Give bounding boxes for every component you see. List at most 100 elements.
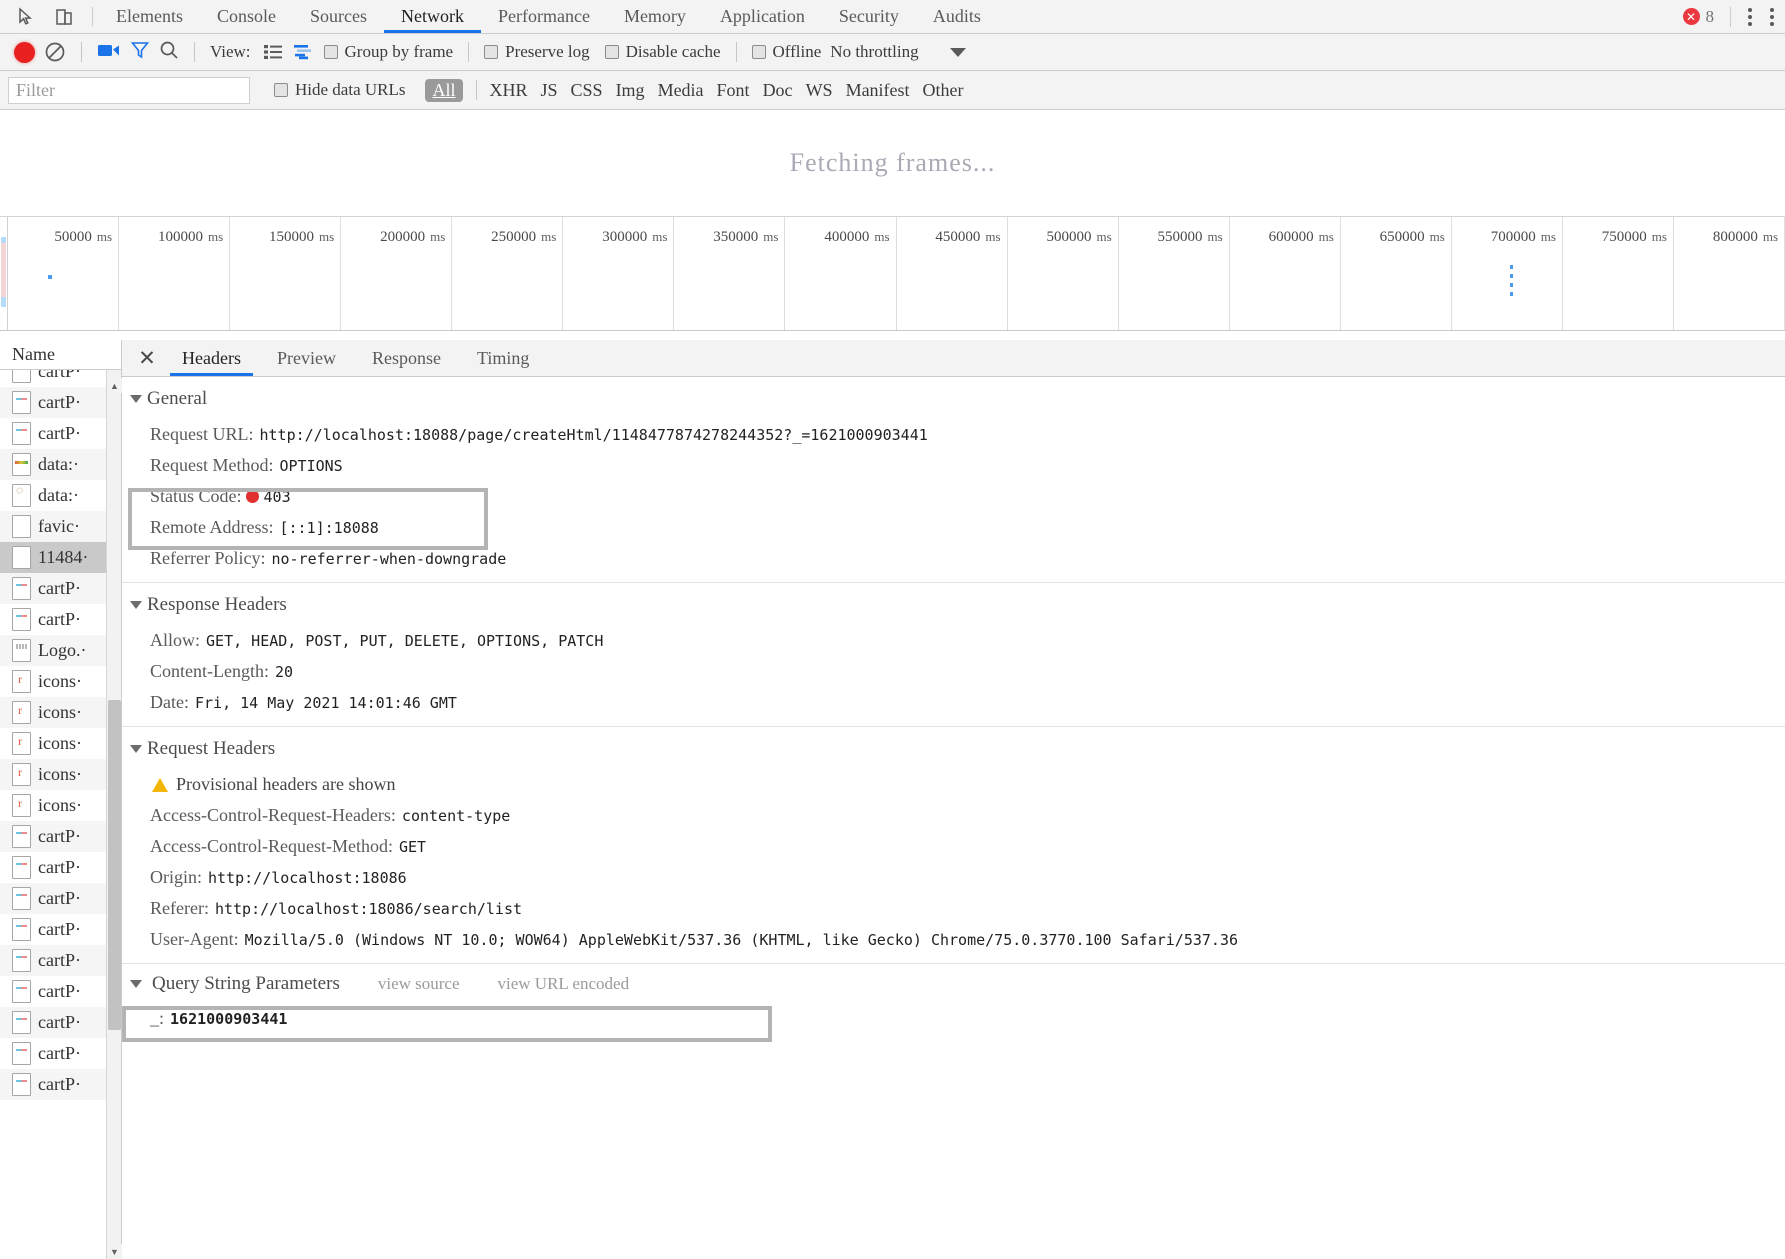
tab-headers[interactable]: Headers (164, 340, 259, 376)
tab-response[interactable]: Response (354, 340, 459, 376)
request-list-item[interactable]: data:· (0, 480, 121, 511)
tab-preview[interactable]: Preview (259, 340, 354, 376)
resource-filter-manifest[interactable]: Manifest (846, 80, 910, 101)
resource-filter-js[interactable]: JS (541, 80, 558, 101)
origin-value: http://localhost:18086 (208, 869, 407, 887)
timeline-activity-marker (1, 237, 6, 307)
timeline-tick: 650000 ms (1341, 217, 1452, 330)
resource-filter-xhr[interactable]: XHR (490, 80, 528, 101)
response-headers-section-header[interactable]: Response Headers (122, 583, 1785, 625)
tab-security[interactable]: Security (822, 0, 916, 33)
toolbar-separator-1 (81, 42, 82, 62)
request-list-item[interactable]: cartP· (0, 370, 121, 387)
device-toolbar-icon[interactable] (52, 5, 76, 29)
request-list-item[interactable]: icons· (0, 666, 121, 697)
request-list-item[interactable]: cartP· (0, 1038, 121, 1069)
status-code-value: 403 (263, 488, 291, 506)
hide-data-urls-box (274, 83, 288, 97)
request-list-item[interactable]: cartP· (0, 914, 121, 945)
request-list-item[interactable]: cartP· (0, 573, 121, 604)
chevron-down-icon[interactable] (949, 47, 966, 57)
record-button-icon[interactable] (14, 41, 35, 63)
more-options-icon[interactable] (1737, 4, 1763, 30)
filter-input[interactable] (8, 76, 250, 104)
request-list-scrollbar[interactable]: ▲ ▼ (106, 370, 122, 1259)
tab-performance[interactable]: Performance (481, 0, 607, 33)
request-list-item[interactable]: Logo.· (0, 635, 121, 666)
disable-cache-checkbox[interactable]: Disable cache (604, 42, 721, 62)
resource-filter-doc[interactable]: Doc (763, 80, 793, 101)
disable-cache-box (604, 45, 619, 59)
tab-timing[interactable]: Timing (459, 340, 547, 376)
query-string-section-header[interactable]: Query String Parameters view source view… (122, 964, 1785, 1003)
error-badge[interactable]: ✕ 8 (1682, 7, 1725, 27)
request-list-item[interactable]: cartP· (0, 883, 121, 914)
request-list-item[interactable]: cartP· (0, 976, 121, 1007)
scroll-up-icon[interactable]: ▲ (107, 378, 122, 393)
resource-type-icon (12, 794, 31, 817)
request-list-item[interactable]: favic· (0, 511, 121, 542)
resource-filter-css[interactable]: CSS (571, 80, 603, 101)
resource-filter-ws[interactable]: WS (806, 80, 833, 101)
tab-console[interactable]: Console (200, 0, 293, 33)
resource-filter-media[interactable]: Media (658, 80, 704, 101)
timeline-tick-label: 250000 ms (491, 229, 557, 245)
request-list-item[interactable]: icons· (0, 728, 121, 759)
request-list-item[interactable]: 11484· (0, 542, 121, 573)
request-list-column-header[interactable]: Name (0, 340, 121, 370)
request-name-label: data:· (38, 485, 79, 505)
offline-checkbox[interactable]: Offline (751, 42, 821, 62)
resource-filter-other[interactable]: Other (923, 80, 964, 101)
request-list-item[interactable]: cartP· (0, 387, 121, 418)
inspect-element-icon[interactable] (14, 5, 38, 29)
request-list-item[interactable]: cartP· (0, 945, 121, 976)
tab-audits[interactable]: Audits (916, 0, 998, 33)
throttling-select[interactable]: No throttling (830, 42, 918, 62)
timeline-ruler[interactable]: 50000 ms 100000 ms 150000 ms 200000 ms 250000 ms 3… (0, 217, 1785, 331)
request-list-item[interactable]: icons· (0, 697, 121, 728)
request-url-value[interactable]: http://localhost:18088/page/createHtml/1… (260, 426, 928, 444)
tab-application[interactable]: Application (703, 0, 822, 33)
tab-network[interactable]: Network (384, 0, 481, 33)
resource-type-filters: All XHR JS CSS Img Media Font Doc WS Man… (425, 78, 964, 102)
request-list-item[interactable]: icons· (0, 759, 121, 790)
tab-memory[interactable]: Memory (607, 0, 703, 33)
request-list-item[interactable]: icons· (0, 790, 121, 821)
response-header-content-length: Content-Length: 20 (122, 656, 1785, 687)
request-list[interactable]: cartP· cartP· cartP· data:· data:· favic· 1148… (0, 370, 121, 1259)
resource-filter-font[interactable]: Font (717, 80, 750, 101)
tab-sources[interactable]: Sources (293, 0, 384, 33)
scrollbar-thumb[interactable] (108, 700, 121, 1030)
view-source-link[interactable]: view source (378, 974, 460, 994)
close-icon[interactable]: ✕ (130, 340, 164, 376)
resource-filter-img[interactable]: Img (616, 80, 645, 101)
tab-elements[interactable]: Elements (99, 0, 200, 33)
request-headers-section-header[interactable]: Request Headers (122, 727, 1785, 769)
preserve-log-checkbox[interactable]: Preserve log (484, 42, 590, 62)
clear-icon[interactable] (44, 41, 66, 63)
request-list-item[interactable]: data:· (0, 449, 121, 480)
search-icon[interactable] (159, 40, 179, 65)
query-param-name: _: (150, 1008, 165, 1028)
request-list-item[interactable]: cartP· (0, 852, 121, 883)
request-list-item[interactable]: cartP· (0, 418, 121, 449)
view-list-icon[interactable] (262, 41, 284, 63)
view-waterfall-icon[interactable] (293, 41, 315, 63)
resource-filter-all[interactable]: All (425, 78, 463, 102)
group-by-frame-checkbox[interactable]: Group by frame (323, 42, 453, 62)
general-section-header[interactable]: General (122, 377, 1785, 419)
request-list-item[interactable]: cartP· (0, 604, 121, 635)
tab-performance-label: Performance (497, 6, 590, 26)
request-method-label: Request Method: (150, 455, 274, 475)
hide-data-urls-checkbox[interactable]: Hide data URLs (274, 80, 405, 100)
capture-screenshots-icon[interactable] (97, 41, 121, 64)
request-list-item[interactable]: cartP· (0, 1069, 121, 1100)
devtools-menu-icon[interactable] (1765, 4, 1779, 30)
request-list-item[interactable]: cartP· (0, 1007, 121, 1038)
scroll-down-icon[interactable]: ▼ (107, 1244, 122, 1259)
filter-icon[interactable] (130, 40, 150, 65)
request-name-label: icons· (38, 702, 82, 722)
view-url-encoded-link[interactable]: view URL encoded (498, 974, 630, 994)
request-name-label: cartP· (38, 950, 81, 970)
request-list-item[interactable]: cartP· (0, 821, 121, 852)
